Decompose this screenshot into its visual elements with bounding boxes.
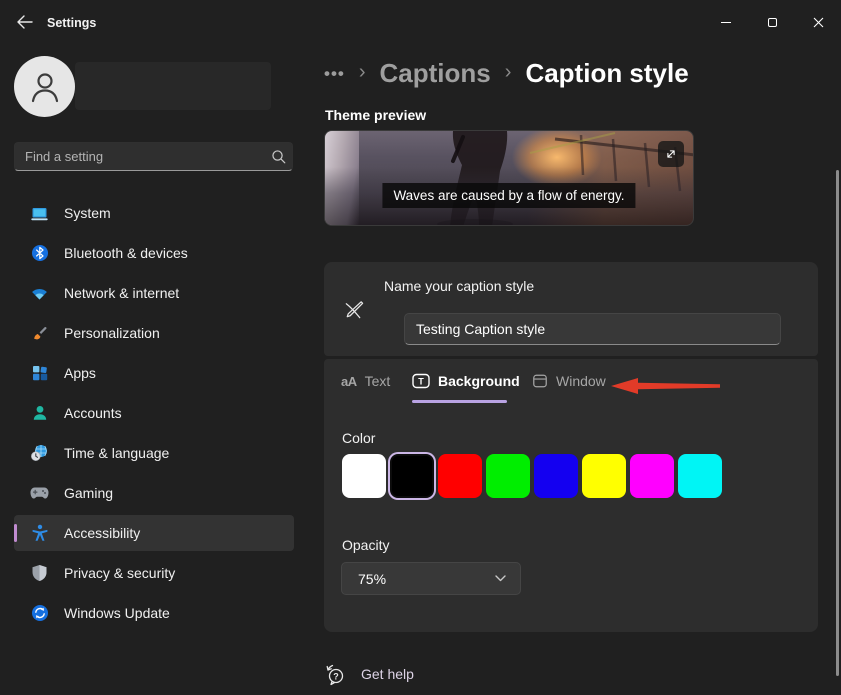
caption-sample-text: Waves are caused by a flow of energy. [382,183,635,208]
breadcrumb-captions-link[interactable]: Captions [380,58,491,89]
color-swatch-blue[interactable] [534,454,578,498]
sidebar-item-privacy-security[interactable]: Privacy & security [14,555,294,591]
close-icon [813,17,824,28]
window-frame-icon [532,373,548,389]
caption-name-card: Name your caption style [324,262,818,356]
color-swatch-red[interactable] [438,454,482,498]
arrow-left-icon [16,15,33,29]
privacy-icon [30,564,49,583]
bluetooth-icon [30,244,49,263]
caption-style-name-input[interactable] [404,313,781,345]
annotation-arrow-icon [610,377,720,400]
back-button[interactable] [8,9,40,35]
settings-window: Settings [0,0,841,695]
rename-pencil-icon [342,298,365,327]
expand-preview-button[interactable] [658,141,684,167]
maximize-icon [768,18,777,27]
svg-text:?: ? [333,672,339,682]
accessibility-icon [30,524,49,543]
time-language-icon [30,444,49,463]
color-label: Color [342,430,375,446]
search-input[interactable] [15,149,264,164]
accounts-icon [30,404,49,423]
sidebar-item-personalization[interactable]: Personalization [14,315,294,351]
network-icon [30,284,49,303]
color-swatch-cyan[interactable] [678,454,722,498]
sidebar-item-label: Apps [64,365,96,381]
person-outline-icon [27,68,63,106]
help-bubble-icon: ? [324,662,346,686]
vertical-scrollbar[interactable] [836,170,839,676]
theme-preview-image: Waves are caused by a flow of energy. [324,130,694,226]
sidebar-item-label: Time & language [64,445,169,461]
color-swatch-row [342,454,722,498]
expand-diagonal-icon [664,147,678,161]
text-aA-icon: aA [341,374,357,389]
sidebar-item-accounts[interactable]: Accounts [14,395,294,431]
theme-preview-label: Theme preview [325,107,426,123]
chevron-right-icon: › [505,61,512,87]
sidebar-item-label: Accounts [64,405,122,421]
chevron-down-icon [495,575,520,582]
search-icon[interactable] [264,149,292,164]
sidebar-item-time-language[interactable]: Time & language [14,435,294,471]
sidebar-item-label: Personalization [64,325,160,341]
caption-style-card: aA Text T Background Window [324,359,818,632]
sidebar-item-gaming[interactable]: Gaming [14,475,294,511]
personalization-icon [30,324,49,343]
search-box [14,142,293,171]
sidebar-item-label: Network & internet [64,285,179,301]
page-title: Caption style [525,58,688,89]
tab-background[interactable]: T Background [412,373,520,389]
sidebar-item-system[interactable]: System [14,195,294,231]
sidebar: System Bluetooth & devices Network & inter… [0,45,308,695]
gaming-icon [30,484,49,503]
maximize-button[interactable] [749,0,795,45]
tab-window[interactable]: Window [532,373,606,389]
color-swatch-yellow[interactable] [582,454,626,498]
tab-text[interactable]: aA Text [341,373,390,389]
sidebar-item-accessibility[interactable]: Accessibility [14,515,294,551]
background-T-icon: T [412,373,430,389]
system-icon [30,204,49,223]
name-caption-style-label: Name your caption style [384,278,534,294]
windows-update-icon [30,604,49,623]
get-help-button[interactable]: ? Get help [324,662,414,686]
titlebar: Settings [0,0,841,45]
selected-accent-bar [14,524,17,542]
sidebar-item-label: Accessibility [64,525,140,541]
opacity-label: Opacity [342,537,389,553]
breadcrumb: ••• › Captions › Caption style [324,58,689,89]
close-button[interactable] [795,0,841,45]
app-title: Settings [47,16,96,30]
breadcrumb-overflow-button[interactable]: ••• [324,64,345,84]
main-content: ••• › Captions › Caption style Theme pre… [324,45,841,695]
color-swatch-white[interactable] [342,454,386,498]
sidebar-item-label: Privacy & security [64,565,175,581]
color-swatch-green[interactable] [486,454,530,498]
account-name-placeholder[interactable] [75,62,271,110]
apps-icon [30,364,49,383]
color-swatch-magenta[interactable] [630,454,674,498]
minimize-button[interactable] [703,0,749,45]
sidebar-item-label: Windows Update [64,605,170,621]
sidebar-nav: System Bluetooth & devices Network & inter… [14,195,294,635]
sidebar-item-windows-update[interactable]: Windows Update [14,595,294,631]
opacity-dropdown[interactable]: 75% [341,562,521,595]
minimize-icon [721,22,731,23]
sidebar-item-network-internet[interactable]: Network & internet [14,275,294,311]
sidebar-item-bluetooth-devices[interactable]: Bluetooth & devices [14,235,294,271]
color-swatch-black[interactable] [390,454,434,498]
sidebar-item-label: System [64,205,111,221]
sidebar-item-apps[interactable]: Apps [14,355,294,391]
avatar[interactable] [14,56,75,117]
svg-text:T: T [418,377,424,387]
sidebar-item-label: Bluetooth & devices [64,245,188,261]
opacity-value: 75% [342,571,495,587]
sidebar-item-label: Gaming [64,485,113,501]
chevron-right-icon: › [359,61,366,87]
selected-tab-underline [412,400,507,403]
